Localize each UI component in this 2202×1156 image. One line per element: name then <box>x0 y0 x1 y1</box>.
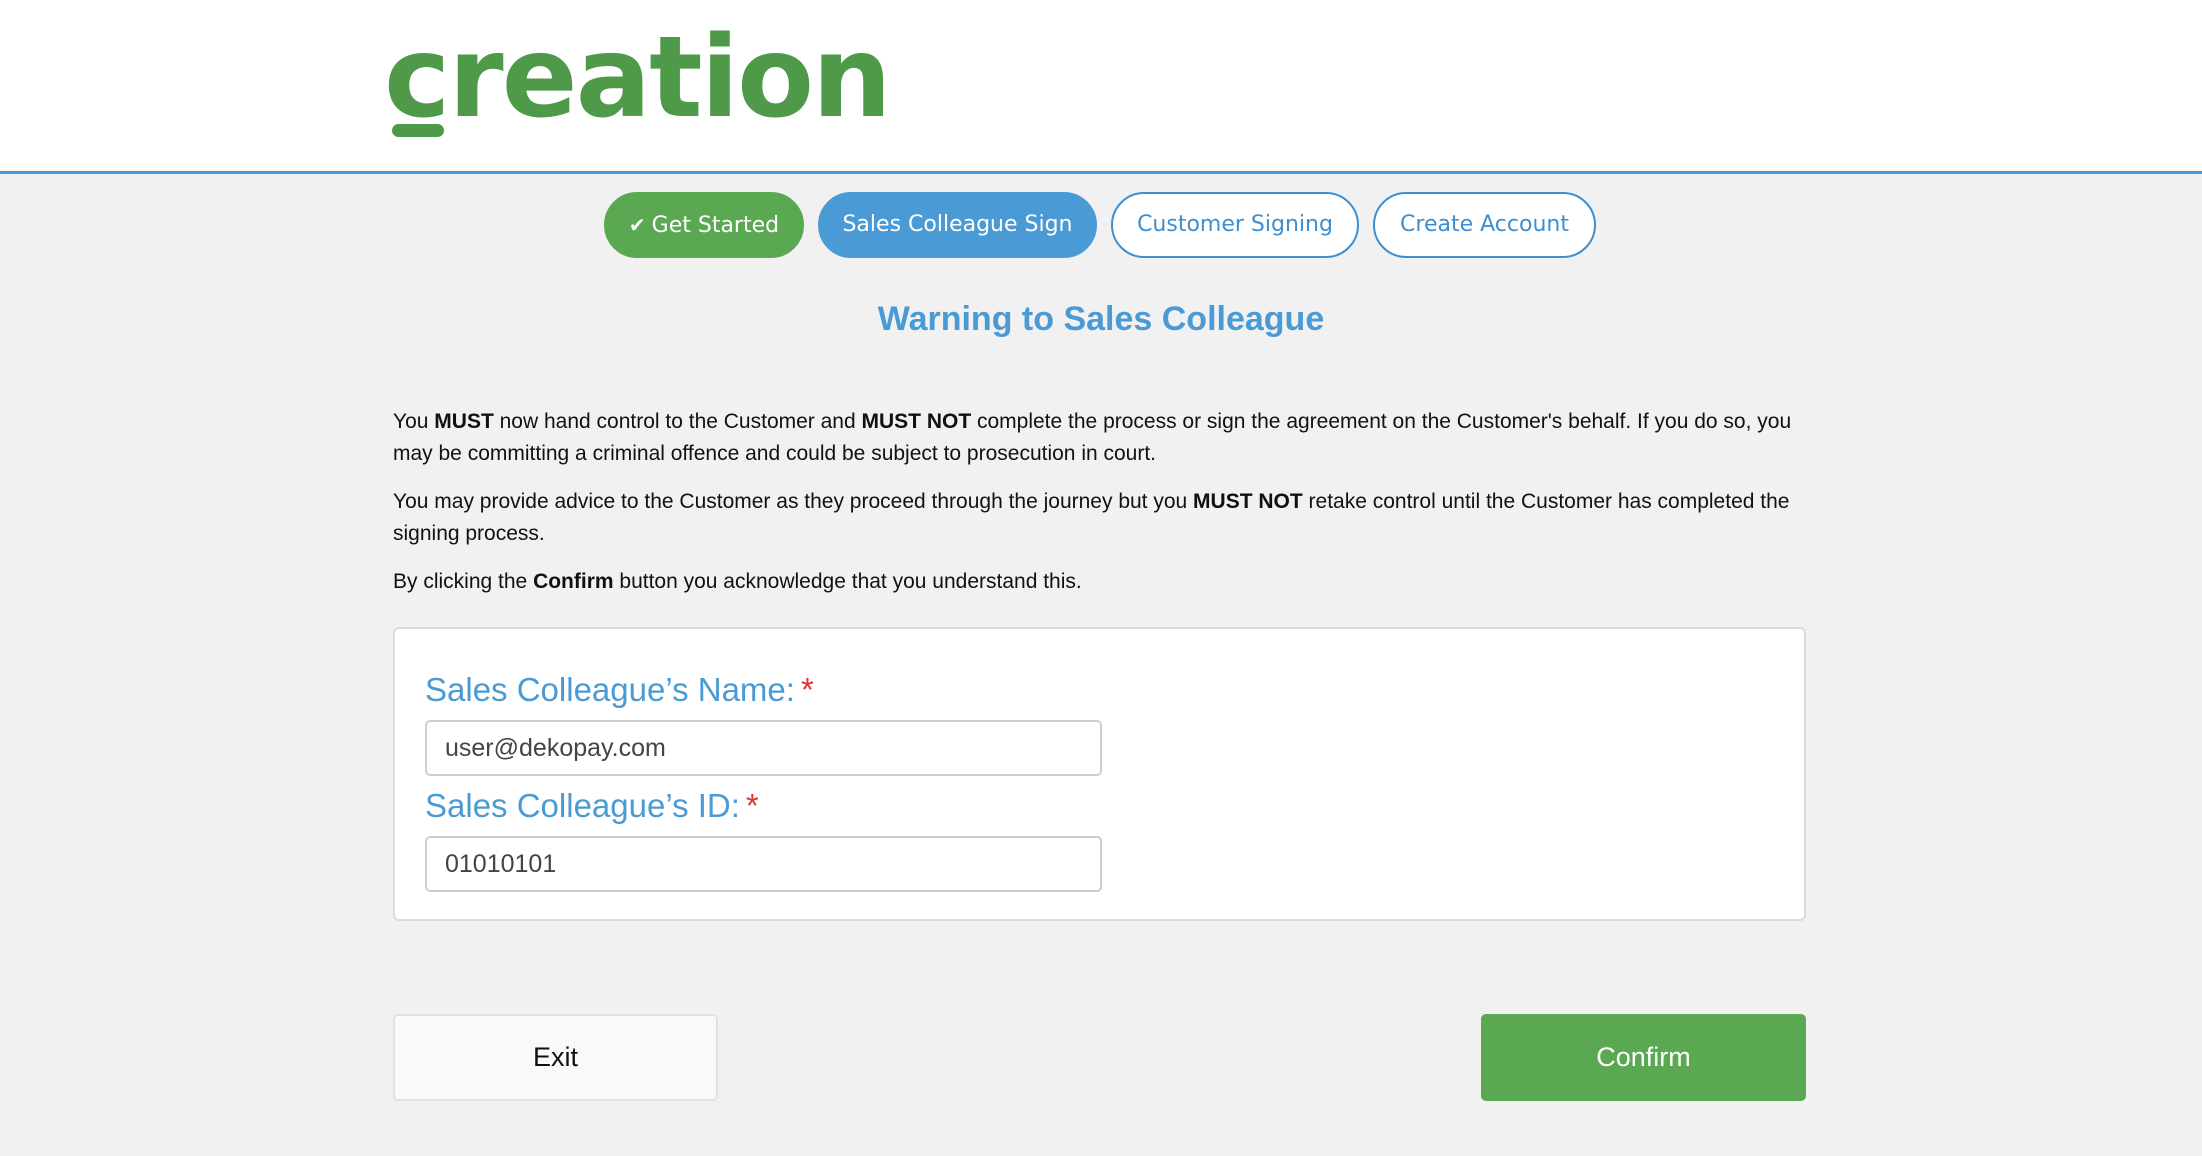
progress-steps: ✔ Get Started Sales Colleague Sign Custom… <box>0 192 2202 258</box>
check-icon: ✔ <box>628 213 646 237</box>
step-customer-signing[interactable]: Customer Signing <box>1111 192 1359 258</box>
warning-paragraph-1: You MUST now hand control to the Custome… <box>393 410 1792 465</box>
page-header: creation <box>0 0 2202 174</box>
creation-logo[interactable]: creation <box>384 22 892 137</box>
step-label: Customer Signing <box>1137 212 1333 237</box>
exit-button[interactable]: Exit <box>393 1014 718 1101</box>
required-marker: * <box>745 787 759 824</box>
id-field-label: Sales Colleague’s ID: * <box>425 787 759 824</box>
step-label: Sales Colleague Sign <box>842 212 1073 237</box>
step-label: Create Account <box>1400 212 1569 237</box>
required-marker: * <box>800 671 814 708</box>
warning-paragraph-3: By clicking the Confirm button you ackno… <box>393 570 1082 593</box>
step-create-account[interactable]: Create Account <box>1373 192 1596 258</box>
step-label: Get Started <box>651 213 780 238</box>
confirm-button[interactable]: Confirm <box>1481 1014 1806 1101</box>
warning-paragraph-2: You may provide advice to the Customer a… <box>393 490 1790 545</box>
logo-text: creation <box>384 13 892 143</box>
sales-colleague-form: Sales Colleague’s Name:* Sales Colleague… <box>393 627 1806 921</box>
step-sales-colleague-sign[interactable]: Sales Colleague Sign <box>818 192 1097 258</box>
name-field-label: Sales Colleague’s Name: * <box>425 671 814 708</box>
step-get-started[interactable]: ✔ Get Started <box>604 192 804 258</box>
page-title: Warning to Sales Colleague <box>877 300 1325 338</box>
sales-colleague-name-input[interactable] <box>425 720 1102 776</box>
logo-underline <box>392 124 444 137</box>
sales-colleague-id-input[interactable] <box>425 836 1102 892</box>
